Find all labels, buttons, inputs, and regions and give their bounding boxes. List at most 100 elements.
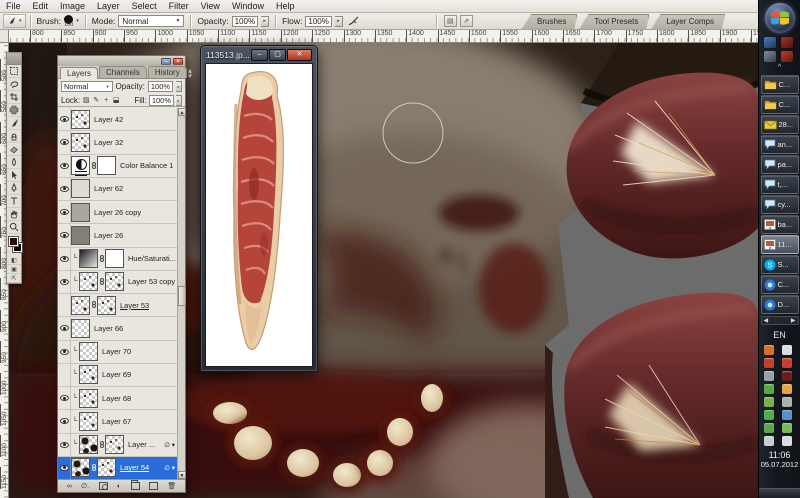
palette-tab-layer-comps[interactable]: Layer Comps [651, 14, 725, 29]
layer-row-layer-69[interactable]: └Layer 69 [58, 364, 177, 387]
taskbar-button-t[interactable]: t,... [761, 175, 799, 194]
tab-layers[interactable]: Layers [60, 67, 98, 79]
quick-mask-button[interactable]: ◧ [7, 256, 21, 265]
foreground-color-swatch[interactable] [9, 237, 18, 246]
menu-help[interactable]: Help [270, 1, 301, 11]
layer-row-layer-53-copy[interactable]: └Layer 53 copy [58, 271, 177, 294]
visibility-toggle[interactable] [58, 224, 71, 246]
layer-opacity-input[interactable]: 100% [148, 81, 173, 92]
menu-filter[interactable]: Filter [163, 1, 195, 11]
layer-row-layer-32[interactable]: Layer 32 [58, 131, 177, 154]
layer-name[interactable]: Layer 54 [120, 463, 149, 472]
volume-tray-icon[interactable] [782, 436, 792, 446]
layer-thumbnail[interactable] [71, 203, 90, 222]
adobe-tray-icon[interactable] [782, 358, 792, 368]
layer-thumbnail[interactable] [79, 412, 98, 431]
viewer-titlebar[interactable]: 113513.jp... – ▢ ✕ [201, 46, 317, 63]
layer-row-layer-66[interactable]: Layer 66 [58, 317, 177, 340]
menu-file[interactable]: File [0, 1, 27, 11]
layer-thumbnail[interactable] [71, 458, 90, 477]
link-layers-icon[interactable]: ∞ [67, 481, 72, 492]
fill-input[interactable]: 100% [149, 95, 174, 106]
layer-name[interactable]: Layer 53 [120, 301, 149, 310]
scroll-down-arrow[interactable]: ▼ [178, 471, 186, 479]
visibility-toggle[interactable] [58, 271, 71, 293]
taskbar-button-cy[interactable]: cy... [761, 195, 799, 214]
menu-window[interactable]: Window [226, 1, 270, 11]
layer-row-layer-[interactable]: └Layer ...∅ ▾ [58, 434, 177, 457]
pen-tool[interactable] [7, 182, 21, 195]
layer-name[interactable]: Layer 70 [102, 347, 131, 356]
eraser-tool[interactable] [7, 143, 21, 156]
visibility-toggle[interactable] [58, 317, 71, 339]
visibility-toggle[interactable] [58, 410, 71, 432]
layer-thumbnail[interactable] [79, 435, 98, 454]
opera-dark-tray-icon[interactable] [782, 371, 792, 381]
network-tray-icon[interactable] [764, 436, 774, 446]
layer-row-layer-67[interactable]: └Layer 67 [58, 410, 177, 433]
layer-name[interactable]: Layer 62 [94, 184, 123, 193]
taskbar-button-pa[interactable]: pa... [761, 155, 799, 174]
layer-name[interactable]: Color Balance 1 [120, 161, 173, 170]
layer-style-icon[interactable]: ∅. [81, 481, 89, 492]
messenger-mini-tray-icon[interactable] [764, 51, 776, 62]
layer-name[interactable]: Layer 66 [94, 324, 123, 333]
layer-thumbnail[interactable] [71, 226, 90, 245]
layer-thumbnail[interactable] [79, 272, 98, 291]
blue-app-tray-icon[interactable] [782, 410, 792, 420]
paint-tray-icon[interactable] [764, 345, 774, 355]
palette-tab-tool-presets[interactable]: Tool Presets [579, 14, 649, 29]
horizontal-ruler[interactable]: 8008509009501000105011001150120012501300… [9, 30, 758, 43]
crop-tool[interactable] [7, 91, 21, 104]
scroll-right-arrow[interactable]: ▶ [791, 317, 796, 324]
layer-thumbnail[interactable] [79, 365, 98, 384]
chevron-down-icon[interactable]: ▾ [76, 18, 79, 24]
layer-name[interactable]: Layer 69 [102, 370, 131, 379]
panel-minimize-button[interactable]: – [161, 58, 171, 65]
new-group-icon[interactable] [131, 482, 140, 490]
taskbar-clock[interactable]: 11:06 05.07.2012 [761, 450, 799, 469]
layer-row-layer-26[interactable]: Layer 26 [58, 224, 177, 247]
visibility-toggle[interactable] [58, 364, 71, 386]
blur-tool[interactable] [7, 156, 21, 169]
fill-spinner[interactable]: ▸ [176, 95, 182, 106]
language-indicator[interactable]: EN [773, 330, 786, 340]
taskbar-button-28[interactable]: 28... [761, 115, 799, 134]
download-tray-icon[interactable] [764, 358, 774, 368]
viewer-maximize-button[interactable]: ▢ [269, 49, 286, 61]
layer-row-layer-26-copy[interactable]: Layer 26 copy [58, 201, 177, 224]
layer-name[interactable]: Layer 32 [94, 138, 123, 147]
screen-mode-button[interactable]: ▣ [7, 265, 21, 274]
flow-input[interactable]: 100% [305, 16, 331, 27]
opacity-spinner[interactable]: ▸ [261, 16, 269, 27]
type-tool[interactable] [7, 195, 21, 208]
visibility-toggle[interactable] [58, 131, 71, 153]
scroll-up-arrow[interactable]: ▲ [178, 108, 186, 116]
visibility-toggle[interactable] [58, 457, 71, 479]
visibility-toggle[interactable] [58, 387, 71, 409]
tab-channels[interactable]: Channels [99, 66, 147, 78]
drweb-tray-icon[interactable] [764, 423, 774, 433]
layer-name[interactable]: Layer ... [128, 440, 155, 449]
start-button[interactable] [765, 3, 795, 33]
layer-row-layer-70[interactable]: └Layer 70 [58, 341, 177, 364]
layer-row-layer-42[interactable]: Layer 42 [58, 108, 177, 131]
layer-thumbnail[interactable] [79, 249, 98, 268]
layer-mask-thumbnail[interactable] [105, 249, 124, 268]
taskbar-scroll[interactable]: ◀▶ [761, 316, 799, 325]
brush-preset[interactable]: 100 [64, 15, 73, 27]
opacity-input[interactable]: 100% [232, 16, 258, 27]
lasso-tool[interactable] [7, 78, 21, 91]
layer-row-layer-54[interactable]: Layer 54∅ ▾ [58, 457, 177, 479]
layer-thumbnail[interactable] [79, 389, 98, 408]
clone-stamp-tool[interactable] [7, 130, 21, 143]
file-info-button[interactable]: ▤ [444, 15, 457, 27]
visibility-toggle[interactable] [58, 155, 71, 177]
menu-view[interactable]: View [195, 1, 226, 11]
zoom-tool[interactable] [7, 221, 21, 234]
color-swatches[interactable] [7, 234, 21, 256]
layer-name[interactable]: Layer 53 copy [128, 277, 175, 286]
layer-opacity-spinner[interactable]: ▸ [176, 81, 182, 92]
brush-tool[interactable] [7, 117, 21, 130]
taskbar-button-11[interactable]: a11... [761, 235, 799, 254]
